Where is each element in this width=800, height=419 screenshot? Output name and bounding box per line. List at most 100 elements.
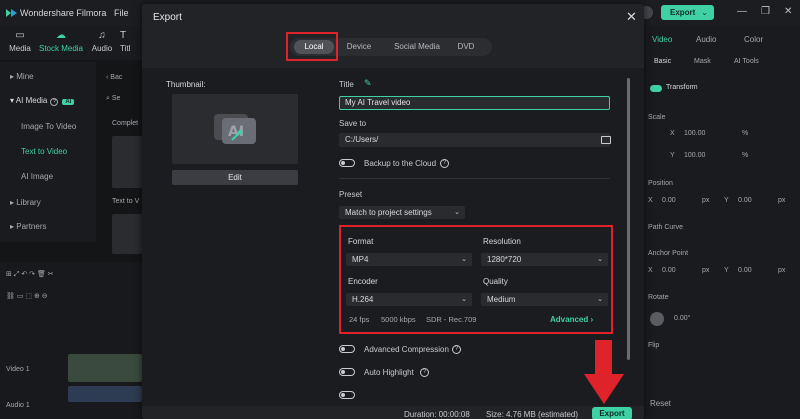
tab-video[interactable]: Video <box>652 35 672 44</box>
subtab-basic[interactable]: Basic <box>654 58 671 65</box>
timeline-tools[interactable]: ⊞ ⤢ ↶ ↷ 🗑 ✂ <box>6 270 54 279</box>
anchor-y-unit: px <box>778 267 786 274</box>
media-thumbnail[interactable] <box>112 136 142 188</box>
help-icon: ? <box>50 98 59 106</box>
tab-stock-media[interactable]: ☁ Stock Media <box>38 30 84 53</box>
search-input[interactable]: ⌕ Se <box>106 95 120 103</box>
subtab-ai-tools[interactable]: AI Tools <box>734 58 759 65</box>
rotate-value[interactable]: 0.00° <box>674 315 690 322</box>
export-dialog: Export ✕ Local Device Social Media DVD T… <box>142 4 644 419</box>
pos-y-unit: px <box>778 197 786 204</box>
chevron-down-icon: ⌄ <box>454 209 460 216</box>
scale-x-value[interactable]: 100.00 <box>684 130 705 137</box>
folder-icon[interactable] <box>601 136 611 144</box>
reset-button[interactable]: Reset <box>650 399 671 408</box>
save-path-input[interactable]: C:/Users/ <box>339 133 610 147</box>
close-icon[interactable]: ✕ <box>626 9 637 25</box>
encoder-select[interactable]: H.264 ⌄ <box>346 293 472 306</box>
scale-y-label: Y <box>670 152 675 159</box>
scale-y-value[interactable]: 100.00 <box>684 152 705 159</box>
window-close-icon[interactable]: ✕ <box>784 6 792 17</box>
thumbnail-preview: AI <box>172 94 298 164</box>
transform-label: Transform <box>666 84 698 91</box>
red-arrow-annotation-icon <box>584 340 624 404</box>
resolution-select[interactable]: 1280*720 ⌄ <box>481 253 608 266</box>
position-label: Position <box>648 180 673 187</box>
tab-audio-props[interactable]: Audio <box>696 35 716 44</box>
divider <box>339 178 610 179</box>
save-to-label: Save to <box>339 119 367 128</box>
chevron-down-icon: ⌄ <box>597 256 603 263</box>
nav-partners[interactable]: ▸ Partners <box>10 222 46 231</box>
tab-dvd[interactable]: DVD <box>450 40 482 54</box>
format-select[interactable]: MP4 ⌄ <box>346 253 472 266</box>
audio-clip[interactable] <box>68 386 142 402</box>
nav-library[interactable]: ▸ Library <box>10 198 41 207</box>
scale-label: Scale <box>648 114 666 121</box>
preset-select[interactable]: Match to project settings ⌄ <box>339 206 465 219</box>
chevron-down-icon: ⌄ <box>461 256 467 263</box>
quality-label: Quality <box>483 277 508 286</box>
format-settings-highlight: Format MP4 ⌄ Resolution 1280*720 ⌄ Encoder… <box>339 225 613 334</box>
filmora-logo-icon <box>6 9 17 17</box>
advanced-compression-toggle[interactable] <box>339 345 355 353</box>
anchor-point-label: Anchor Point <box>648 250 689 257</box>
anchor-y-value[interactable]: 0.00 <box>738 267 752 274</box>
pos-x-label: X <box>648 197 653 204</box>
tab-color[interactable]: Color <box>744 35 763 44</box>
anchor-x-value[interactable]: 0.00 <box>662 267 676 274</box>
rotate-dial[interactable] <box>650 312 664 326</box>
color-space-value: SDR - Rec.709 <box>426 315 477 324</box>
pos-y-value[interactable]: 0.00 <box>738 197 752 204</box>
pos-x-value[interactable]: 0.00 <box>662 197 676 204</box>
chevron-down-icon: ⌄ <box>701 8 708 17</box>
anchor-y-label: Y <box>724 267 729 274</box>
nav-image-to-video[interactable]: Image To Video <box>21 122 76 131</box>
nav-ai-image[interactable]: AI Image <box>21 172 53 181</box>
advanced-button[interactable]: Advanced › <box>550 315 593 324</box>
minimize-icon[interactable]: — <box>737 6 747 17</box>
help-icon[interactable]: ? <box>452 345 461 354</box>
video-clip[interactable] <box>68 354 142 382</box>
backup-cloud-toggle[interactable] <box>339 159 355 167</box>
scale-y-unit: % <box>742 152 749 159</box>
nav-text-to-video[interactable]: Text to Video <box>21 147 67 156</box>
title-input[interactable]: My AI Travel video <box>339 96 610 110</box>
local-tab-highlight <box>286 32 338 61</box>
subtab-mask[interactable]: Mask <box>694 58 711 65</box>
help-icon[interactable]: ? <box>420 368 429 377</box>
more-toggle[interactable] <box>339 391 355 399</box>
media-thumbnail[interactable] <box>112 214 142 254</box>
ai-pen-icon[interactable]: ✎ <box>364 78 372 89</box>
flip-label: Flip <box>648 342 660 349</box>
transform-toggle[interactable] <box>650 85 662 92</box>
tab-titles[interactable]: T Titl <box>120 30 142 53</box>
timeline-tools-2[interactable]: ⛓ ▭ ⬚ ⊕ ⊖ <box>6 292 48 300</box>
export-button[interactable]: Export <box>592 407 632 419</box>
tab-audio[interactable]: ♫ Audio <box>86 30 118 53</box>
file-menu[interactable]: File <box>114 8 129 18</box>
app-export-button[interactable]: Export ⌄ <box>661 5 714 20</box>
auto-highlight-toggle[interactable] <box>339 368 355 376</box>
back-label[interactable]: ‹ Bac <box>106 74 122 81</box>
dialog-scrollbar[interactable] <box>627 78 630 360</box>
restore-icon[interactable]: ❐ <box>761 6 770 17</box>
rotate-label: Rotate <box>648 294 669 301</box>
duration-text: Duration: 00:00:08 <box>404 410 470 419</box>
tab-social-media[interactable]: Social Media <box>390 40 444 54</box>
properties-panel: Video Audio Color Basic Mask AI Tools Tr… <box>644 26 800 419</box>
quality-select[interactable]: Medium ⌄ <box>481 293 608 306</box>
scale-x-label: X <box>670 130 675 137</box>
folder-icon: ▭ <box>15 30 25 41</box>
help-icon[interactable]: ? <box>440 159 449 168</box>
edit-thumbnail-button[interactable]: Edit <box>172 170 298 185</box>
tab-media[interactable]: ▭ Media <box>4 30 36 53</box>
nav-mine[interactable]: ▸ Mine <box>10 72 34 81</box>
fps-value: 24 fps <box>349 315 370 324</box>
nav-ai-media[interactable]: ▾ AI Media? AI <box>10 96 75 106</box>
scale-x-unit: % <box>742 130 749 137</box>
media-toolbar: ▭ Media ☁ Stock Media ♫ Audio T Titl <box>0 26 142 60</box>
resolution-label: Resolution <box>483 237 521 246</box>
text-icon: T <box>120 30 127 41</box>
tab-device[interactable]: Device <box>342 40 376 54</box>
